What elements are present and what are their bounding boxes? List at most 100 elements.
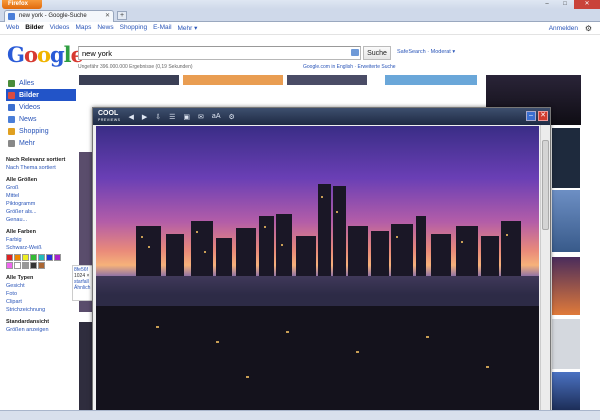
color-heading: Alle Farben (6, 229, 36, 235)
safesearch-dropdown[interactable]: SafeSearch · Moderat ▾ (397, 49, 455, 55)
minimize-window-button[interactable]: – (538, 0, 556, 9)
image-thumbnail[interactable] (79, 322, 93, 410)
gbar-link-news[interactable]: News (97, 24, 113, 32)
gbar-link-email[interactable]: E-Mail (153, 24, 171, 32)
logo-letter: l (63, 42, 72, 67)
color-link-bw[interactable]: Schwarz-Weiß (6, 244, 76, 252)
new-tab-button[interactable]: + (117, 11, 127, 20)
color-swatch[interactable] (14, 262, 21, 269)
signin-link[interactable]: Anmelden (549, 25, 578, 32)
gbar-link-videos[interactable]: Videos (50, 24, 70, 32)
color-link-colored[interactable]: Farbig (6, 236, 76, 244)
next-icon[interactable]: ▶ (142, 113, 147, 121)
search-by-image-icon[interactable] (351, 49, 359, 56)
color-swatch[interactable] (22, 262, 29, 269)
firefox-menu-button[interactable]: Firefox (2, 0, 42, 9)
skyline-illustration (96, 184, 539, 416)
image-thumbnail[interactable] (287, 75, 367, 85)
viewer-minimize-button[interactable]: – (526, 111, 536, 121)
size-filter-link[interactable]: Größer als... (6, 208, 76, 216)
google-favicon-icon (8, 13, 15, 20)
view-heading: Standardansicht (6, 319, 50, 325)
color-swatch[interactable] (6, 254, 13, 261)
similar-images-link[interactable]: Ähnlich (74, 285, 94, 291)
download-icon[interactable]: ⇩ (155, 113, 161, 121)
viewer-close-button[interactable]: ✕ (538, 111, 548, 121)
viewer-logo-text: COOL (98, 109, 119, 117)
browser-tab[interactable]: new york - Google-Suche ✕ (4, 10, 114, 22)
size-filter-link[interactable]: Mittel (6, 192, 76, 200)
viewer-settings-icon[interactable]: ⚙ (228, 113, 234, 121)
image-thumbnail[interactable] (385, 75, 477, 85)
list-icon[interactable]: ☰ (169, 113, 175, 121)
gbar-link-mehr[interactable]: Mehr ▾ (178, 24, 198, 32)
previous-icon[interactable]: ◀ (128, 113, 133, 121)
sort-by-topic-link[interactable]: Nach Thema sortiert (6, 164, 76, 172)
nav-item-videos[interactable]: Videos (6, 101, 76, 113)
color-swatch[interactable] (30, 262, 37, 269)
color-swatch[interactable] (14, 254, 21, 261)
color-swatch[interactable] (38, 254, 45, 261)
cool-previews-logo: COOL PREVIEWS (98, 109, 120, 123)
search-input[interactable]: new york (78, 46, 361, 60)
color-swatch[interactable] (30, 254, 37, 261)
email-icon[interactable]: ✉ (198, 113, 204, 121)
type-filter-link[interactable]: Strichzeichnung (6, 306, 76, 314)
type-filter-link[interactable]: Foto (6, 290, 76, 298)
size-filter-link[interactable]: Piktogramm (6, 200, 76, 208)
image-thumbnail[interactable] (552, 128, 580, 188)
nav-item-mehr[interactable]: Mehr (6, 137, 76, 149)
nav-item-label: Alles (19, 79, 35, 87)
logo-letter: G (7, 42, 25, 67)
image-thumbnail[interactable] (79, 75, 179, 85)
gbar-link-shopping[interactable]: Shopping (120, 24, 147, 32)
maximize-window-button[interactable]: □ (556, 0, 574, 9)
results-count: Ungefähr 396.000.000 Ergebnisse (0,19 Se… (78, 64, 193, 70)
nav-item-label: Bilder (19, 91, 39, 99)
image-thumbnail[interactable] (552, 372, 580, 412)
search-type-nav: Alles Bilder Videos News Shopping Mehr (6, 77, 76, 149)
settings-gear-icon[interactable]: ⚙ (585, 24, 592, 33)
nav-item-shopping[interactable]: Shopping (6, 125, 76, 137)
search-button[interactable]: Suche (363, 46, 391, 60)
color-swatch[interactable] (22, 254, 29, 261)
type-filter-list: Gesicht Foto Clipart Strichzeichnung (6, 282, 76, 314)
image-thumbnail[interactable] (183, 75, 283, 85)
color-swatch[interactable] (54, 254, 61, 261)
nav-item-bilder[interactable]: Bilder (6, 89, 76, 101)
color-swatch[interactable] (46, 254, 53, 261)
google-logo[interactable]: Google (7, 42, 84, 67)
nav-item-label: Videos (19, 103, 41, 111)
size-filter-link[interactable]: Groß (6, 184, 76, 192)
size-filter-list: Groß Mittel Piktogramm Größer als... Genau..… (6, 184, 76, 224)
text-size-icon[interactable]: aA (212, 113, 221, 120)
viewer-vertical-scrollbar[interactable] (540, 125, 550, 420)
type-filter-link[interactable]: Clipart (6, 298, 76, 306)
english-advanced-links[interactable]: Google.com in English · Erweiterte Suche (303, 64, 396, 70)
type-filter-link[interactable]: Gesicht (6, 282, 76, 290)
web-icon (8, 79, 15, 87)
close-window-button[interactable]: ✕ (574, 0, 600, 9)
videos-icon (8, 103, 15, 111)
nav-item-alles[interactable]: Alles (6, 77, 76, 89)
gbar-link-maps[interactable]: Maps (75, 24, 91, 32)
color-swatch[interactable] (6, 262, 13, 269)
image-thumbnail[interactable] (552, 319, 580, 369)
tab-title: new york - Google-Suche (19, 13, 87, 19)
image-icon[interactable]: ▣ (183, 113, 190, 121)
color-swatch[interactable] (38, 262, 45, 269)
show-sizes-link[interactable]: Größen anzeigen (6, 326, 76, 334)
logo-letter: g (49, 42, 65, 67)
left-sidebar: Alles Bilder Videos News Shopping Mehr Nach R… (6, 77, 76, 334)
new-york-skyline-photo (96, 126, 539, 416)
nav-item-news[interactable]: News (6, 113, 76, 125)
image-thumbnail[interactable] (552, 190, 580, 252)
scroll-thumb[interactable] (542, 140, 549, 230)
type-heading: Alle Typen (6, 275, 34, 281)
image-thumbnail[interactable] (552, 257, 580, 315)
gbar-link-web[interactable]: Web (6, 24, 19, 32)
size-filter-link[interactable]: Genau... (6, 216, 76, 224)
more-icon (8, 139, 15, 147)
gbar-link-bilder[interactable]: Bilder (25, 24, 43, 32)
close-tab-icon[interactable]: ✕ (105, 11, 110, 22)
